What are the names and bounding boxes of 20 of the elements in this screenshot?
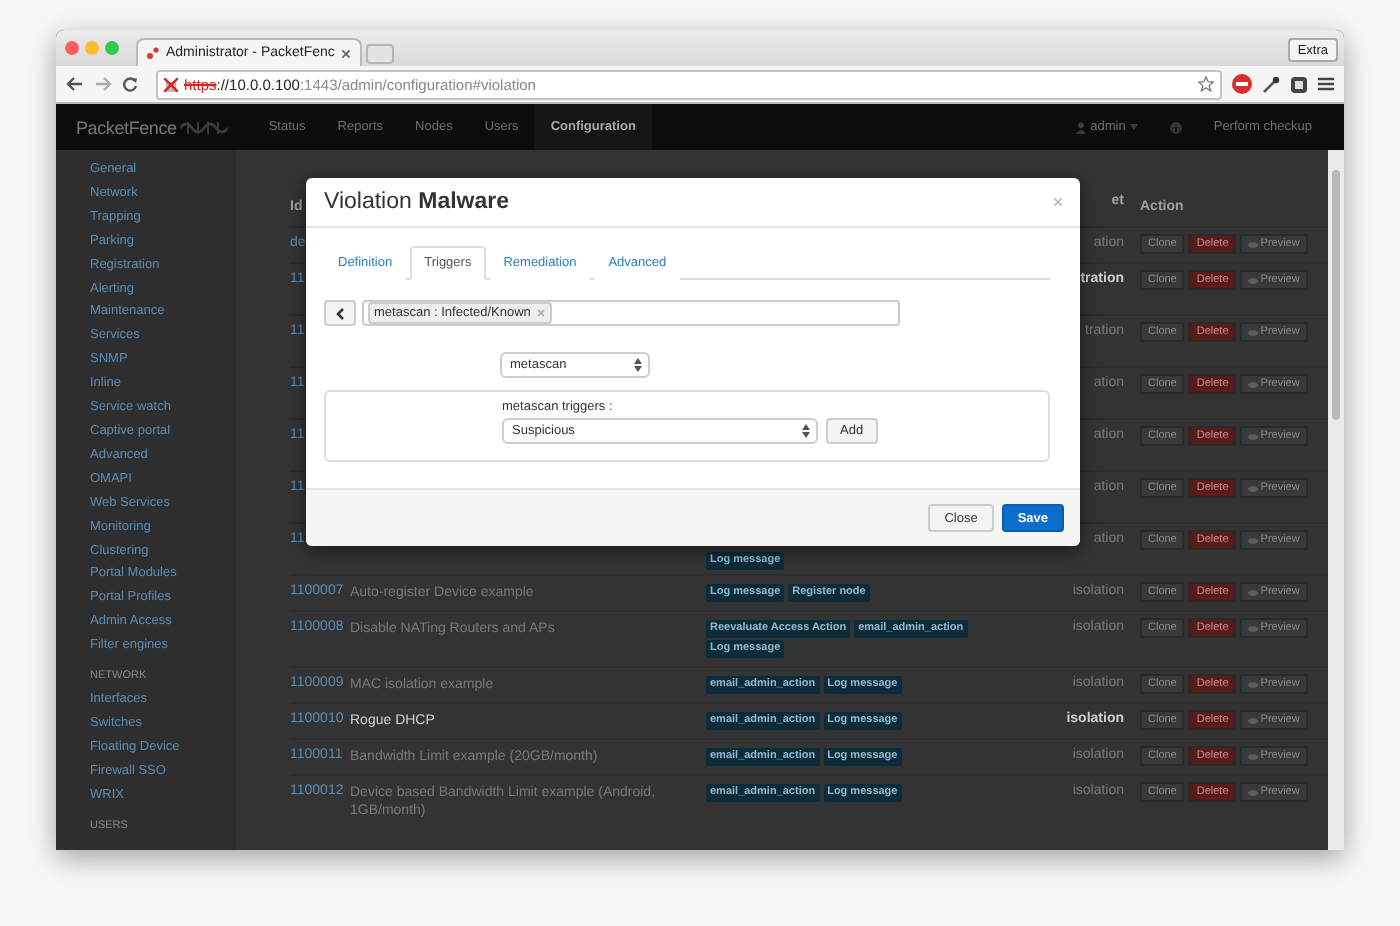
menu-icon[interactable] <box>1318 76 1334 92</box>
logo-icon <box>180 118 229 136</box>
extension-icon[interactable] <box>1232 74 1252 94</box>
scrollbar[interactable] <box>1328 150 1344 850</box>
brand-name[interactable]: PacketFence <box>76 117 177 137</box>
back-button[interactable] <box>324 300 356 326</box>
favicon-icon <box>146 46 160 60</box>
dialog-title: Violation Malware <box>324 190 509 214</box>
reload-icon[interactable] <box>122 76 138 92</box>
select-arrows-icon <box>634 358 642 372</box>
back-icon[interactable] <box>66 76 84 92</box>
window-controls-icon[interactable] <box>64 40 124 56</box>
user-icon <box>1076 121 1087 133</box>
tab-close-icon[interactable] <box>340 47 353 59</box>
square-icon[interactable] <box>1290 75 1308 93</box>
star-icon[interactable] <box>1198 76 1214 92</box>
eyedropper-icon[interactable] <box>1262 75 1280 93</box>
chevron-left-icon <box>336 307 344 319</box>
select-arrows-icon <box>802 424 810 438</box>
caret-icon <box>1129 124 1138 130</box>
